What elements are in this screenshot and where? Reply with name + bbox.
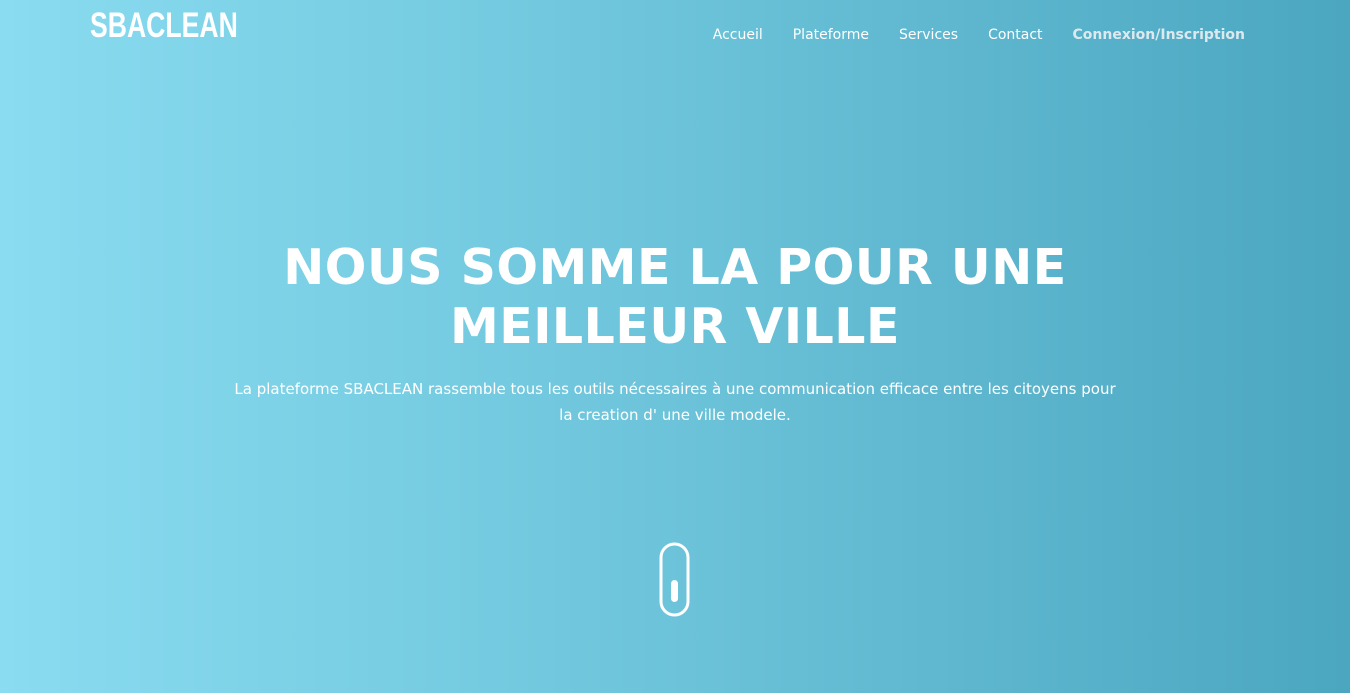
nav-link-accueil[interactable]: Accueil	[713, 27, 763, 43]
nav-link-login-signup[interactable]: Connexion/Inscription	[1073, 27, 1245, 43]
hero-subtitle-line-2: la creation d' une ville modele.	[559, 406, 791, 424]
hero-section: SBACLEAN Accueil Plateforme Services Con…	[0, 0, 1350, 693]
nav-item-services: Services	[899, 24, 958, 45]
nav-item-accueil: Accueil	[713, 24, 763, 45]
brand-logo[interactable]: SBACLEAN	[90, 6, 238, 45]
hero-headline-line-1: NOUS SOMME LA POUR UNE	[283, 239, 1067, 296]
hero-subtitle-line-1: La plateforme SBACLEAN rassemble tous le…	[234, 380, 1116, 398]
mouse-scroll-icon[interactable]	[659, 542, 690, 617]
nav-link-services[interactable]: Services	[899, 27, 958, 43]
nav-item-contact: Contact	[988, 24, 1042, 45]
nav-link-contact[interactable]: Contact	[988, 27, 1042, 43]
nav-link-plateforme[interactable]: Plateforme	[793, 27, 869, 43]
main-nav: Accueil Plateforme Services Contact Conn…	[713, 24, 1245, 45]
hero-headline-line-2: MEILLEUR VILLE	[449, 298, 901, 355]
hero-subtitle: La plateforme SBACLEAN rassemble tous le…	[200, 376, 1150, 428]
hero-headline: NOUS SOMME LA POUR UNE MEILLEUR VILLE	[0, 238, 1350, 356]
nav-item-plateforme: Plateforme	[793, 24, 869, 45]
nav-item-login: Connexion/Inscription	[1073, 24, 1245, 45]
